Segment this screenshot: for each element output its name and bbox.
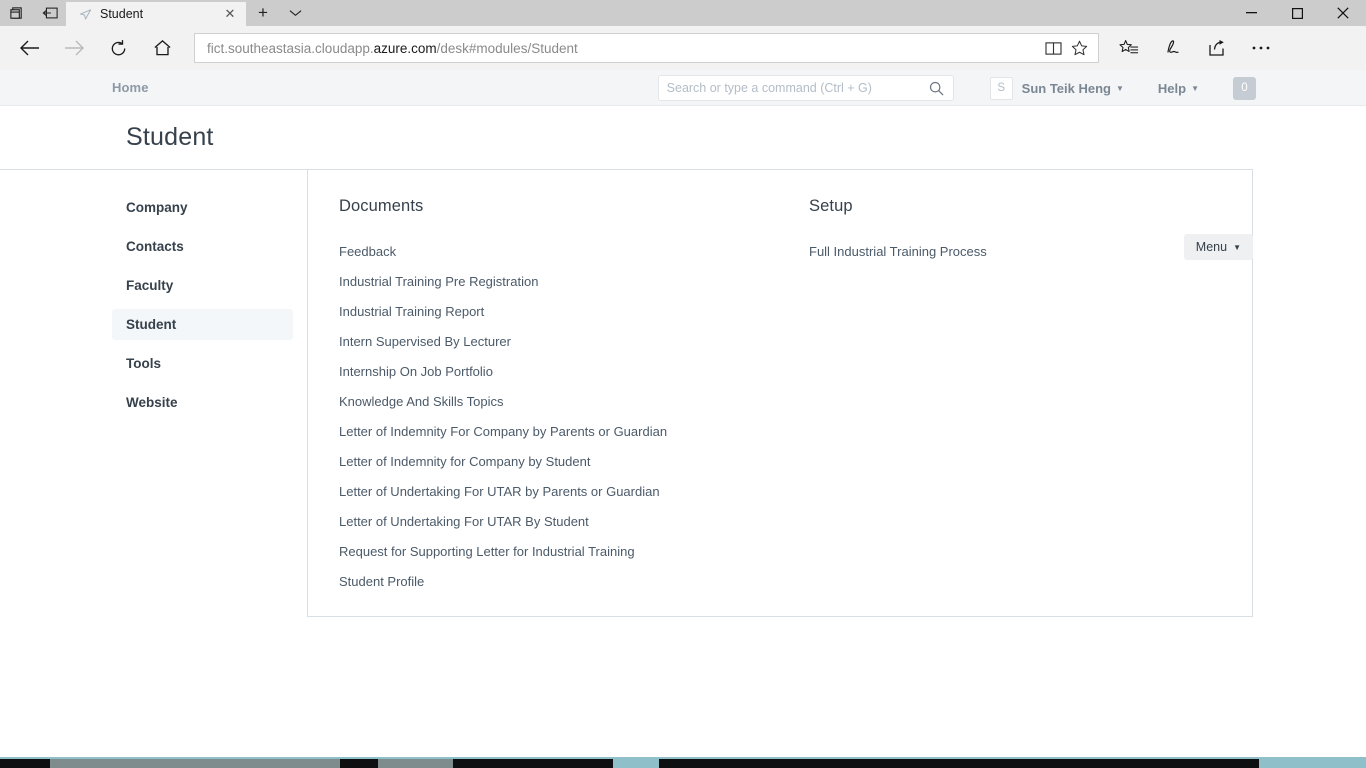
set-aside-tabs-icon[interactable] — [40, 3, 60, 23]
document-link[interactable]: Internship On Job Portfolio — [339, 357, 778, 387]
search-icon[interactable] — [929, 80, 945, 96]
taskbar-segment — [613, 759, 659, 768]
address-bar[interactable]: fict.southeastasia.cloudapp.azure.com/de… — [194, 33, 1099, 63]
taskbar-segments — [0, 759, 1366, 768]
document-link[interactable]: Student Profile — [339, 567, 778, 597]
chevron-down-icon: ▼ — [1115, 83, 1124, 93]
maximize-button[interactable] — [1274, 0, 1320, 26]
sidebar-item-label: Company — [126, 200, 188, 215]
browser-title-bar: Student ✕ + — [0, 0, 1366, 26]
taskbar-segment — [659, 759, 1259, 768]
chevron-down-icon: ▼ — [1233, 242, 1241, 252]
help-menu[interactable]: Help ▼ — [1158, 81, 1199, 96]
document-link[interactable]: Letter of Undertaking For UTAR By Studen… — [339, 507, 778, 537]
favorites-hub-icon[interactable] — [1107, 29, 1151, 67]
user-menu[interactable]: Sun Teik Heng ▼ — [1022, 81, 1124, 96]
module-layout: Company Contacts Faculty Student Tools W… — [0, 169, 1253, 617]
nav-home-link[interactable]: Home — [112, 80, 149, 95]
forward-icon[interactable] — [52, 29, 96, 67]
browser-tab[interactable]: Student ✕ — [66, 2, 246, 26]
sidebar-item-tools[interactable]: Tools — [112, 348, 293, 379]
taskbar-segment — [0, 759, 50, 768]
page-header: Student — [0, 106, 1366, 169]
taskbar-segment — [1259, 759, 1366, 768]
new-tab-button[interactable]: + — [246, 0, 280, 26]
sidebar-item-contacts[interactable]: Contacts — [112, 231, 293, 262]
document-link[interactable]: Letter of Indemnity For Company by Paren… — [339, 417, 778, 447]
web-note-icon[interactable] — [1151, 29, 1195, 67]
document-link[interactable]: Letter of Indemnity for Company by Stude… — [339, 447, 778, 477]
back-icon[interactable] — [8, 29, 52, 67]
chevron-down-icon: ▼ — [1191, 83, 1199, 93]
tab-title: Student — [100, 7, 144, 21]
avatar[interactable]: S — [989, 76, 1013, 100]
window-controls — [1228, 0, 1366, 26]
taskbar-segment — [50, 759, 340, 768]
favorite-star-icon[interactable] — [1066, 35, 1092, 61]
reading-view-icon[interactable] — [1040, 35, 1066, 61]
url-text: fict.southeastasia.cloudapp.azure.com/de… — [207, 40, 578, 56]
taskbar-segment — [340, 759, 378, 768]
paper-plane-favicon — [78, 7, 92, 21]
page-title: Student — [126, 123, 214, 151]
help-label: Help — [1157, 80, 1187, 96]
setup-section: Setup Full Industrial Training Process — [778, 197, 1158, 616]
user-name-label: Sun Teik Heng — [1021, 80, 1111, 96]
title-bar-left-icons — [0, 0, 60, 26]
sidebar-item-label: Contacts — [126, 239, 184, 254]
sidebar-item-student[interactable]: Student — [112, 309, 293, 340]
refresh-icon[interactable] — [96, 29, 140, 67]
document-link[interactable]: Industrial Training Pre Registration — [339, 267, 778, 297]
search-box[interactable] — [657, 75, 954, 101]
home-icon[interactable] — [140, 29, 184, 67]
menu-button[interactable]: Menu ▼ — [1183, 234, 1253, 260]
setup-link[interactable]: Full Industrial Training Process — [809, 237, 1158, 267]
setup-heading: Setup — [809, 197, 853, 215]
tab-preview-icon[interactable] — [6, 3, 26, 23]
module-content-card: Documents Feedback Industrial Training P… — [307, 170, 1253, 617]
sidebar-item-label: Tools — [126, 356, 161, 371]
document-link[interactable]: Intern Supervised By Lecturer — [339, 327, 778, 357]
sidebar-item-website[interactable]: Website — [112, 387, 293, 418]
close-button[interactable] — [1320, 0, 1366, 26]
sidebar-item-faculty[interactable]: Faculty — [112, 270, 293, 301]
sidebar-item-label: Faculty — [126, 278, 174, 293]
sidebar-item-label: Website — [126, 395, 178, 410]
page-body: Student Menu ▼ Company Contacts Faculty … — [0, 106, 1366, 768]
share-icon[interactable] — [1195, 29, 1239, 67]
menu-button-label: Menu — [1195, 240, 1228, 254]
app-navbar: Home S Sun Teik Heng ▼ Help ▼ 0 — [0, 70, 1366, 106]
search-input[interactable] — [666, 81, 929, 95]
notification-badge[interactable]: 0 — [1233, 76, 1256, 100]
document-link[interactable]: Industrial Training Report — [339, 297, 778, 327]
tab-list-dropdown-icon[interactable] — [280, 0, 310, 26]
document-link[interactable]: Feedback — [339, 237, 778, 267]
documents-section: Documents Feedback Industrial Training P… — [308, 197, 778, 616]
taskbar-segment — [378, 759, 453, 768]
settings-more-icon[interactable] — [1239, 29, 1283, 67]
browser-toolbar: fict.southeastasia.cloudapp.azure.com/de… — [0, 26, 1366, 70]
os-taskbar-sliver — [0, 757, 1366, 768]
document-link[interactable]: Letter of Undertaking For UTAR by Parent… — [339, 477, 778, 507]
app-navbar-right: S Sun Teik Heng ▼ Help ▼ 0 — [657, 70, 1366, 106]
module-sidebar: Company Contacts Faculty Student Tools W… — [0, 170, 307, 616]
minimize-button[interactable] — [1228, 0, 1274, 26]
document-link[interactable]: Request for Supporting Letter for Indust… — [339, 537, 778, 567]
documents-heading: Documents — [339, 197, 424, 215]
document-link[interactable]: Knowledge And Skills Topics — [339, 387, 778, 417]
sidebar-item-label: Student — [126, 317, 177, 332]
taskbar-segment — [453, 759, 613, 768]
tab-close-icon[interactable]: ✕ — [222, 6, 238, 22]
sidebar-item-company[interactable]: Company — [112, 192, 293, 223]
